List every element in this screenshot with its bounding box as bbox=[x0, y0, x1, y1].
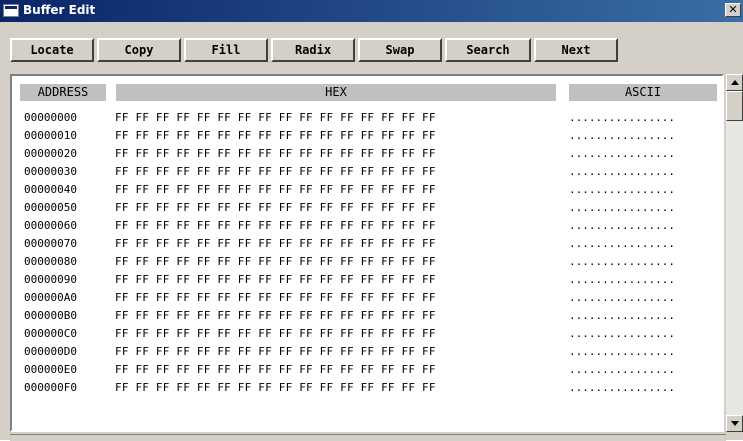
hex-cell[interactable]: FF FF FF FF FF FF FF FF FF FF FF FF FF F… bbox=[115, 146, 436, 161]
hex-cell[interactable]: FF FF FF FF FF FF FF FF FF FF FF FF FF F… bbox=[115, 254, 436, 269]
window-icon bbox=[3, 4, 19, 17]
ascii-cell[interactable]: ................ bbox=[569, 308, 675, 323]
address-cell: 00000080 bbox=[24, 255, 77, 268]
hex-cell[interactable]: FF FF FF FF FF FF FF FF FF FF FF FF FF F… bbox=[115, 272, 436, 287]
next-button[interactable]: Next bbox=[534, 38, 618, 62]
ascii-header: ASCII bbox=[569, 84, 717, 101]
address-cell: 00000040 bbox=[24, 183, 77, 196]
hex-cell[interactable]: FF FF FF FF FF FF FF FF FF FF FF FF FF F… bbox=[115, 344, 436, 359]
hex-view-panel[interactable]: ADDRESS HEX ASCII 00000000 FF FF FF FF FF… bbox=[10, 74, 724, 432]
copy-button[interactable]: Copy bbox=[97, 38, 181, 62]
hex-cell[interactable]: FF FF FF FF FF FF FF FF FF FF FF FF FF F… bbox=[115, 308, 436, 323]
close-button[interactable]: ✕ bbox=[725, 3, 741, 17]
ascii-cell[interactable]: ................ bbox=[569, 218, 675, 233]
hex-cell[interactable]: FF FF FF FF FF FF FF FF FF FF FF FF FF F… bbox=[115, 128, 436, 143]
address-cell: 00000070 bbox=[24, 237, 77, 250]
hex-cell[interactable]: FF FF FF FF FF FF FF FF FF FF FF FF FF F… bbox=[115, 182, 436, 197]
ascii-cell[interactable]: ................ bbox=[569, 344, 675, 359]
ascii-cell[interactable]: ................ bbox=[569, 362, 675, 377]
hex-cell[interactable]: FF FF FF FF FF FF FF FF FF FF FF FF FF F… bbox=[115, 164, 436, 179]
address-cell: 00000020 bbox=[24, 147, 77, 160]
address-cell: 00000060 bbox=[24, 219, 77, 232]
vertical-scrollbar[interactable] bbox=[726, 74, 743, 432]
arrow-down-icon bbox=[731, 421, 739, 426]
window-title: Buffer Edit bbox=[23, 3, 96, 17]
address-cell: 000000E0 bbox=[24, 363, 77, 376]
address-cell: 000000F0 bbox=[24, 381, 77, 394]
ascii-cell[interactable]: ................ bbox=[569, 254, 675, 269]
hex-cell[interactable]: FF FF FF FF FF FF FF FF FF FF FF FF FF F… bbox=[115, 362, 436, 377]
ascii-cell[interactable]: ................ bbox=[569, 326, 675, 341]
hex-header: HEX bbox=[116, 84, 556, 101]
locate-button[interactable]: Locate bbox=[10, 38, 94, 62]
hex-cell[interactable]: FF FF FF FF FF FF FF FF FF FF FF FF FF F… bbox=[115, 380, 436, 395]
address-header: ADDRESS bbox=[20, 84, 106, 101]
arrow-up-icon bbox=[731, 80, 739, 85]
ascii-cell[interactable]: ................ bbox=[569, 236, 675, 251]
radix-button[interactable]: Radix bbox=[271, 38, 355, 62]
hex-cell[interactable]: FF FF FF FF FF FF FF FF FF FF FF FF FF F… bbox=[115, 218, 436, 233]
scroll-down-button[interactable] bbox=[726, 415, 743, 432]
toolbar: Locate Copy Fill Radix Swap Search Next bbox=[0, 22, 743, 70]
ascii-cell[interactable]: ................ bbox=[569, 200, 675, 215]
address-cell: 00000000 bbox=[24, 111, 77, 124]
ascii-cell[interactable]: ................ bbox=[569, 290, 675, 305]
hex-cell[interactable]: FF FF FF FF FF FF FF FF FF FF FF FF FF F… bbox=[115, 236, 436, 251]
address-cell: 00000090 bbox=[24, 273, 77, 286]
ascii-cell[interactable]: ................ bbox=[569, 380, 675, 395]
fill-button[interactable]: Fill bbox=[184, 38, 268, 62]
ascii-cell[interactable]: ................ bbox=[569, 272, 675, 287]
ascii-cell[interactable]: ................ bbox=[569, 146, 675, 161]
search-button[interactable]: Search bbox=[445, 38, 531, 62]
swap-button[interactable]: Swap bbox=[358, 38, 442, 62]
buffer-edit-window: Buffer Edit ✕ Locate Copy Fill Radix Swa… bbox=[0, 0, 743, 441]
address-cell: 00000010 bbox=[24, 129, 77, 142]
address-cell: 000000B0 bbox=[24, 309, 77, 322]
scroll-thumb[interactable] bbox=[726, 91, 743, 121]
address-cell: 000000C0 bbox=[24, 327, 77, 340]
address-cell: 00000050 bbox=[24, 201, 77, 214]
hex-cell[interactable]: FF FF FF FF FF FF FF FF FF FF FF FF FF F… bbox=[115, 290, 436, 305]
hex-cell[interactable]: FF FF FF FF FF FF FF FF FF FF FF FF FF F… bbox=[115, 326, 436, 341]
scroll-up-button[interactable] bbox=[726, 74, 743, 91]
ascii-cell[interactable]: ................ bbox=[569, 128, 675, 143]
ascii-cell[interactable]: ................ bbox=[569, 164, 675, 179]
ascii-cell[interactable]: ................ bbox=[569, 182, 675, 197]
ascii-cell[interactable]: ................ bbox=[569, 110, 675, 125]
hex-cell[interactable]: FF FF FF FF FF FF FF FF FF FF FF FF FF F… bbox=[115, 110, 436, 125]
address-cell: 000000D0 bbox=[24, 345, 77, 358]
address-cell: 00000030 bbox=[24, 165, 77, 178]
title-bar[interactable]: Buffer Edit ✕ bbox=[0, 0, 743, 22]
address-cell: 000000A0 bbox=[24, 291, 77, 304]
hex-cell[interactable]: FF FF FF FF FF FF FF FF FF FF FF FF FF F… bbox=[115, 200, 436, 215]
